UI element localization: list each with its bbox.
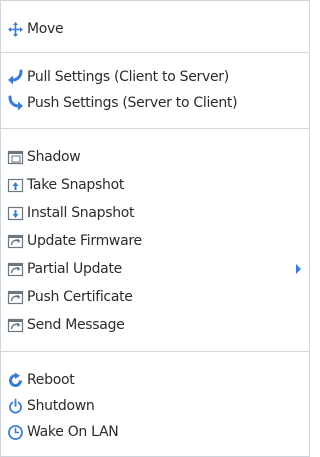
push-certificate-icon <box>7 289 24 306</box>
menu-item-reboot[interactable]: Reboot <box>1 367 309 393</box>
menu-item-label: Shadow <box>27 149 81 165</box>
submenu-arrow-icon <box>296 264 301 274</box>
menu-item-push-settings[interactable]: Push Settings (Server to Client) <box>1 90 309 116</box>
menu-item-label: Shutdown <box>27 398 95 414</box>
separator <box>1 52 309 53</box>
shutdown-icon <box>7 398 24 415</box>
menu-item-label: Install Snapshot <box>27 205 135 221</box>
separator <box>1 351 309 352</box>
menu-item-push-certificate[interactable]: Push Certificate <box>1 284 309 310</box>
update-firmware-icon <box>7 233 24 250</box>
menu-item-label: Take Snapshot <box>27 177 125 193</box>
menu-item-label: Pull Settings (Client to Server) <box>27 69 229 85</box>
reboot-icon <box>7 372 24 389</box>
menu-item-label: Update Firmware <box>27 233 142 249</box>
wake-on-lan-icon <box>7 424 24 441</box>
menu-item-label: Move <box>27 21 64 37</box>
menu-item-move[interactable]: Move <box>1 16 309 42</box>
menu-item-partial-update[interactable]: Partial Update <box>1 256 309 282</box>
pull-arrow-icon <box>7 69 24 86</box>
install-snapshot-icon <box>7 205 24 222</box>
move-icon <box>7 21 24 38</box>
menu-item-label: Wake On LAN <box>27 424 119 440</box>
menu-item-shutdown[interactable]: Shutdown <box>1 393 309 419</box>
shadow-icon <box>7 149 24 166</box>
context-menu: Move Pull Settings (Client to Server) Pu… <box>0 0 310 457</box>
menu-item-install-snapshot[interactable]: Install Snapshot <box>1 200 309 226</box>
send-message-icon <box>7 317 24 334</box>
menu-item-send-message[interactable]: Send Message <box>1 312 309 338</box>
partial-update-icon <box>7 261 24 278</box>
take-snapshot-icon <box>7 177 24 194</box>
menu-item-wake-on-lan[interactable]: Wake On LAN <box>1 419 309 445</box>
menu-item-take-snapshot[interactable]: Take Snapshot <box>1 172 309 198</box>
menu-item-pull-settings[interactable]: Pull Settings (Client to Server) <box>1 64 309 90</box>
menu-item-label: Partial Update <box>27 261 122 277</box>
menu-item-label: Send Message <box>27 317 125 333</box>
menu-item-label: Reboot <box>27 372 75 388</box>
menu-item-update-firmware[interactable]: Update Firmware <box>1 228 309 254</box>
menu-item-shadow[interactable]: Shadow <box>1 144 309 170</box>
push-arrow-icon <box>7 95 24 112</box>
separator <box>1 128 309 129</box>
menu-item-label: Push Certificate <box>27 289 133 305</box>
menu-item-label: Push Settings (Server to Client) <box>27 95 238 111</box>
